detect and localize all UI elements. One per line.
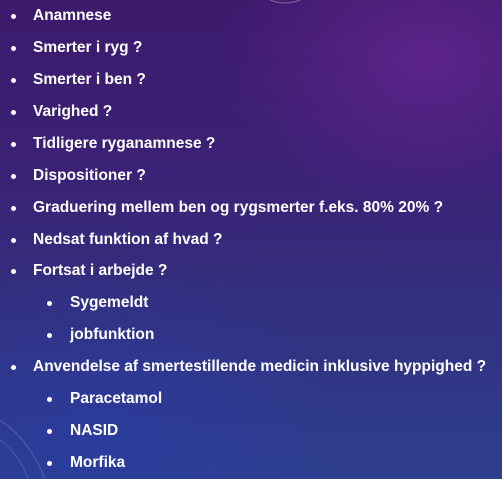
bullet-item: Anvendelse af smertestillende medicin in… <box>11 356 486 378</box>
bullet-dot-icon <box>11 268 16 274</box>
bullet-text: Smerter i ben ? <box>33 71 146 88</box>
bullet-text: Anvendelse af smertestillende medicin in… <box>33 358 487 375</box>
bullet-text: Graduering mellem ben og rygsmerter f.ek… <box>33 199 444 216</box>
sub-bullet-item: NASID <box>47 420 118 442</box>
bullet-text: Nedsat funktion af hvad ? <box>33 231 223 248</box>
bullet-dot-icon <box>47 460 52 466</box>
bullet-item: Anamnese <box>11 5 111 27</box>
bullet-dot-icon <box>11 173 16 179</box>
bullet-text: Anamnese <box>33 7 112 24</box>
bullet-item: Fortsat i arbejde ? <box>11 260 167 282</box>
bullet-dot-icon <box>11 364 16 370</box>
bullet-text: Tidligere ryganamnese ? <box>33 135 216 152</box>
bullet-item: Graduering mellem ben og rygsmerter f.ek… <box>11 197 443 219</box>
bullet-item: Varighed ? <box>11 101 112 123</box>
bullet-dot-icon <box>11 109 16 115</box>
bullet-dot-icon <box>47 332 52 338</box>
bullet-dot-icon <box>11 45 16 51</box>
bullet-text: Paracetamol <box>70 390 163 407</box>
sub-bullet-item: Sygemeldt <box>47 292 148 314</box>
bullet-dot-icon <box>47 428 52 434</box>
bullet-text: Sygemeldt <box>70 294 149 311</box>
bullet-text: Fortsat i arbejde ? <box>33 262 168 279</box>
bullet-dot-icon <box>11 77 16 83</box>
slide: Anamnese Smerter i ryg ? Smerter i ben ?… <box>0 0 502 479</box>
bullet-item: Nedsat funktion af hvad ? <box>11 229 222 251</box>
sub-bullet-item: Morfika <box>47 452 125 474</box>
bullet-dot-icon <box>11 237 16 243</box>
bullet-item: Smerter i ryg ? <box>11 37 142 59</box>
bullet-dot-icon <box>47 396 52 402</box>
sub-bullet-item: jobfunktion <box>47 324 154 346</box>
bullet-item: Dispositioner ? <box>11 165 146 187</box>
bullet-text: jobfunktion <box>70 326 155 343</box>
bullet-dot-icon <box>11 205 16 211</box>
bullet-text: Morfika <box>70 454 126 471</box>
bullet-dot-icon <box>11 13 16 19</box>
bullet-item: Tidligere ryganamnese ? <box>11 133 215 155</box>
bullet-item: Smerter i ben ? <box>11 69 146 91</box>
bullet-dot-icon <box>11 141 16 147</box>
bullet-text: Smerter i ryg ? <box>33 39 143 56</box>
sub-bullet-item: Paracetamol <box>47 388 162 410</box>
bullet-text: Dispositioner ? <box>33 167 146 184</box>
bullet-text: Varighed ? <box>33 103 113 120</box>
bullet-text: NASID <box>70 422 119 439</box>
bullet-dot-icon <box>47 300 52 306</box>
